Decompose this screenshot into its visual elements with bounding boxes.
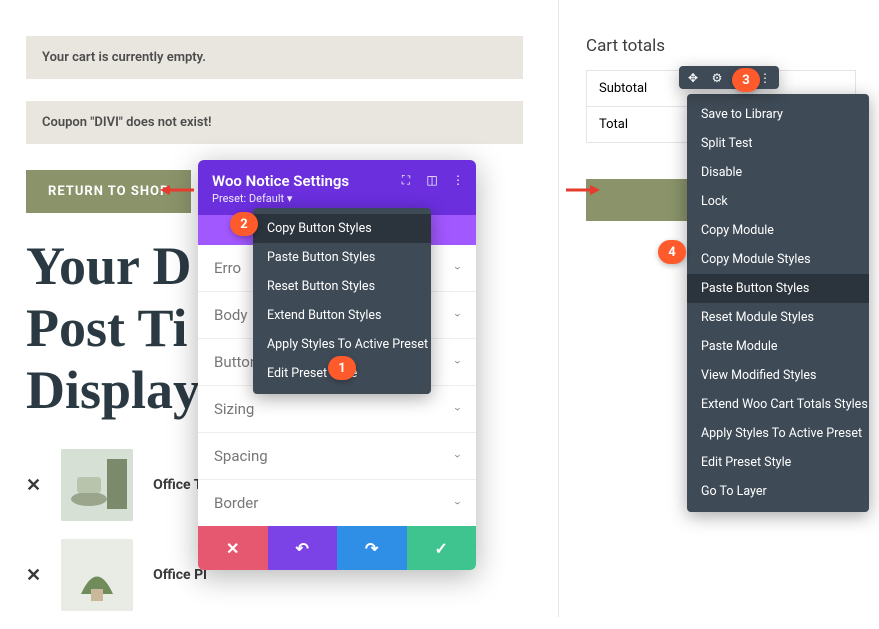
panel-row-label: Sizing (214, 400, 254, 418)
menu-paste-button-styles[interactable]: Paste Button Styles (687, 274, 869, 303)
column-divider (558, 0, 559, 617)
cart-totals-heading: Cart totals (586, 36, 856, 56)
module-context-menu: Save to Library Split Test Disable Lock … (687, 94, 869, 512)
chevron-down-icon: › (451, 313, 465, 317)
menu-extend-woo-cart-totals-styles[interactable]: Extend Woo Cart Totals Styles (687, 390, 869, 419)
panel-row-border[interactable]: Border › (198, 480, 476, 526)
panel-row-label: Body (214, 306, 247, 324)
menu-paste-button-styles[interactable]: Paste Button Styles (253, 243, 431, 272)
annotation-badge-4: 4 (658, 240, 686, 264)
panel-row-label: Erro (214, 259, 241, 277)
preset-selector[interactable]: Preset: Default ▾ (212, 192, 462, 205)
remove-product-icon[interactable]: ✕ (26, 565, 41, 586)
menu-split-test[interactable]: Split Test (687, 129, 869, 158)
panel-row-label: Spacing (214, 447, 268, 465)
chevron-down-icon: › (451, 407, 465, 411)
menu-copy-module-styles[interactable]: Copy Module Styles (687, 245, 869, 274)
chevron-down-icon: › (451, 360, 465, 364)
total-label: Total (587, 107, 640, 142)
menu-apply-styles-active-preset[interactable]: Apply Styles To Active Preset (687, 419, 869, 448)
redo-button[interactable]: ↷ (337, 526, 407, 570)
chevron-down-icon: › (451, 501, 465, 505)
annotation-badge-3: 3 (732, 68, 760, 92)
module-toolbar: ✥ ⚙ ⧉ ⋮ (679, 66, 779, 89)
expand-icon[interactable]: ⛶ (398, 172, 414, 188)
notice-empty-cart: Your cart is currently empty. (26, 36, 523, 79)
remove-product-icon[interactable]: ✕ (26, 475, 41, 496)
product-thumbnail (61, 539, 133, 611)
annotation-badge-1: 1 (328, 356, 356, 380)
panel-row-label: Button (214, 353, 258, 371)
subtotal-label: Subtotal (587, 71, 659, 106)
chevron-down-icon: › (451, 454, 465, 458)
menu-edit-preset-style[interactable]: Edit Preset Style (687, 448, 869, 477)
chevron-down-icon: › (451, 266, 465, 270)
annotation-arrow (160, 182, 194, 196)
menu-apply-styles-active-preset[interactable]: Apply Styles To Active Preset (253, 330, 431, 359)
gear-icon[interactable]: ⚙ (709, 71, 725, 85)
move-icon[interactable]: ✥ (685, 71, 701, 85)
sidebar-icon[interactable]: ◫ (424, 172, 440, 188)
menu-save-to-library[interactable]: Save to Library (687, 100, 869, 129)
menu-go-to-layer[interactable]: Go To Layer (687, 477, 869, 506)
menu-extend-button-styles[interactable]: Extend Button Styles (253, 301, 431, 330)
menu-view-modified-styles[interactable]: View Modified Styles (687, 361, 869, 390)
confirm-button[interactable]: ✓ (407, 526, 477, 570)
annotation-arrow (566, 182, 600, 196)
undo-button[interactable]: ↶ (268, 526, 338, 570)
menu-disable[interactable]: Disable (687, 158, 869, 187)
menu-reset-module-styles[interactable]: Reset Module Styles (687, 303, 869, 332)
menu-copy-button-styles[interactable]: Copy Button Styles (253, 214, 431, 243)
menu-reset-button-styles[interactable]: Reset Button Styles (253, 272, 431, 301)
notice-coupon-error: Coupon "DIVI" does not exist! (26, 101, 523, 144)
more-icon[interactable]: ⋮ (450, 172, 466, 188)
menu-paste-module[interactable]: Paste Module (687, 332, 869, 361)
cancel-button[interactable]: ✕ (198, 526, 268, 570)
panel-row-label: Border (214, 494, 258, 512)
panel-row-spacing[interactable]: Spacing › (198, 433, 476, 480)
menu-copy-module[interactable]: Copy Module (687, 216, 869, 245)
annotation-badge-2: 2 (230, 212, 258, 236)
menu-lock[interactable]: Lock (687, 187, 869, 216)
product-thumbnail (61, 449, 133, 521)
